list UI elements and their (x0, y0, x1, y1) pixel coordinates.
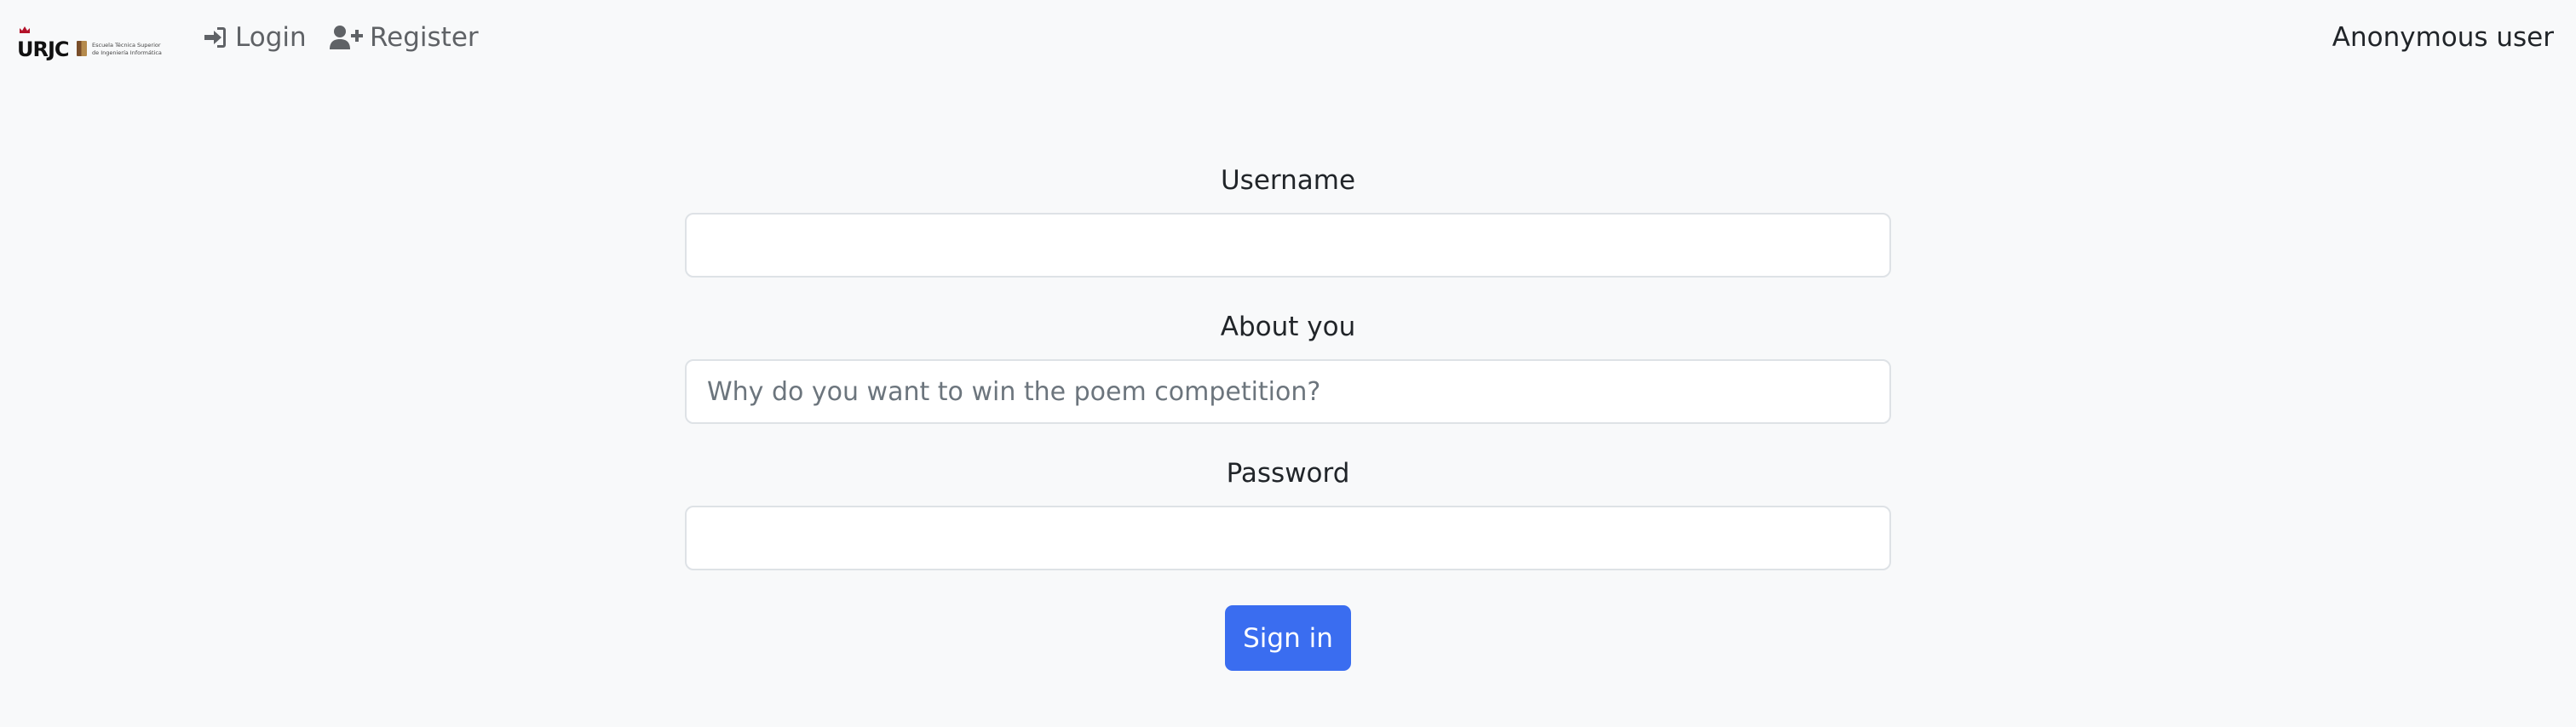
school-name-line2: de Ingeniería Informática (92, 49, 162, 56)
sign-in-icon (201, 24, 228, 51)
submit-row: Sign in (685, 605, 1891, 671)
crown-icon (20, 26, 30, 33)
about-label: About you (1220, 312, 1356, 342)
password-label: Password (1226, 458, 1350, 489)
about-input[interactable] (685, 359, 1891, 424)
school-emblem-icon (77, 41, 87, 56)
school-name-line1: Escuela Técnica Superior (92, 42, 161, 49)
current-user-label: Anonymous user (2332, 22, 2554, 53)
nav-register-label: Register (370, 22, 479, 53)
school-name: Escuela Técnica Superior de Ingeniería I… (92, 42, 162, 57)
password-input[interactable] (685, 506, 1891, 570)
nav-login-link[interactable]: Login (201, 17, 307, 58)
username-label: Username (1220, 165, 1356, 196)
nav-register-link[interactable]: Register (329, 17, 479, 58)
password-group: Password (685, 455, 1891, 570)
top-navbar: URJC Escuela Técnica Superior de Ingenie… (0, 0, 2576, 75)
username-input[interactable] (685, 213, 1891, 278)
about-group: About you (685, 308, 1891, 424)
username-group: Username (685, 162, 1891, 278)
urjc-logo: URJC (17, 26, 72, 60)
brand-logo-link[interactable]: URJC Escuela Técnica Superior de Ingenie… (17, 20, 162, 60)
user-plus-icon (329, 24, 363, 51)
sign-in-button[interactable]: Sign in (1225, 605, 1351, 671)
brand-letters: URJC (17, 37, 70, 61)
nav-login-label: Login (235, 22, 307, 53)
